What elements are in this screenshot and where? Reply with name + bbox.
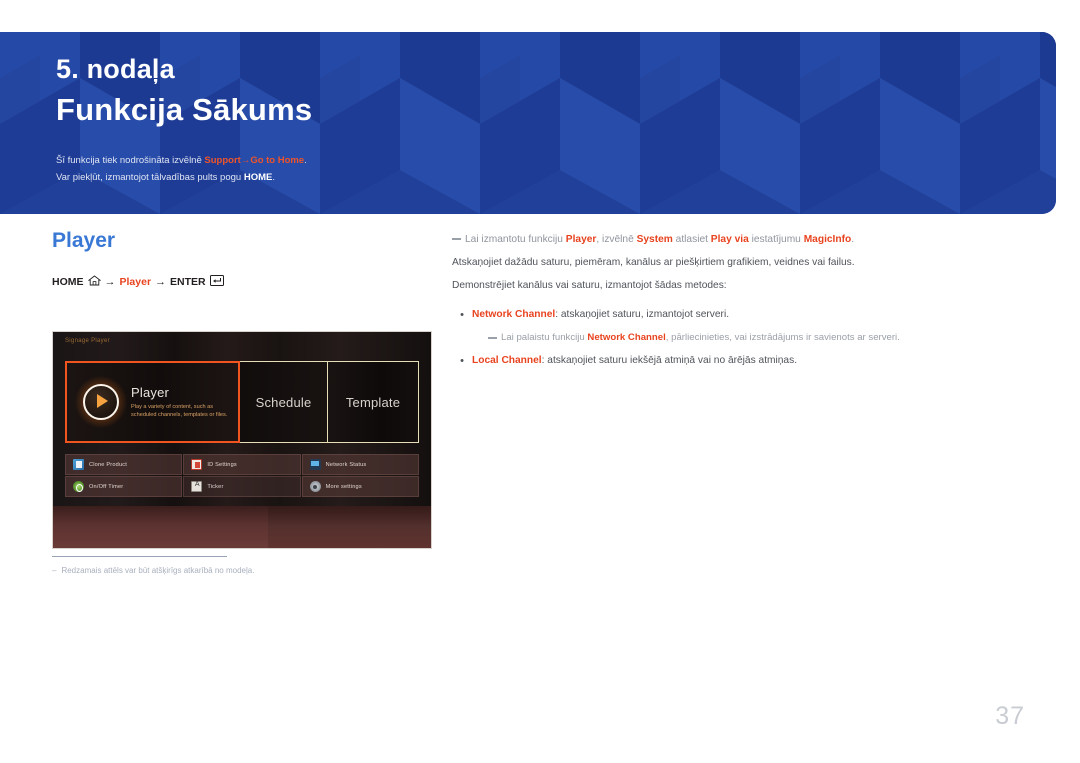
bullet-dot-icon: •	[460, 309, 464, 321]
signage-player-label: Signage Player	[65, 338, 110, 344]
menu-path: HOME → Player → ENTER	[52, 275, 442, 289]
document-page: 5. nodaļa Funkcija Sākums Šī funkcija ti…	[0, 0, 1080, 763]
intro-note: Lai izmantotu funkciju Player, izvēlnē S…	[452, 228, 1032, 251]
tile-template-label: Template	[345, 394, 401, 410]
method-bullet-list: • Network Channel: atskaņojiet saturu, i…	[452, 304, 1032, 372]
go-to-home-label: Go to Home	[250, 155, 305, 166]
paragraph-1: Atskaņojiet dažādu saturu, piemēram, kan…	[452, 257, 855, 268]
quick-item-network-status[interactable]: Network Status	[301, 454, 419, 475]
bullet-bold-network-channel: Network Channel	[472, 309, 556, 320]
chapter-title: Funkcija Sākums	[56, 92, 313, 127]
home-button-label: HOME	[243, 172, 273, 183]
paragraph-2: Demonstrējiet kanālus vai saturu, izmant…	[452, 280, 727, 291]
tile-schedule-label: Schedule	[255, 394, 312, 410]
quick-settings-grid: Clone Product ID Settings Network Status…	[65, 454, 419, 497]
footnote-text: Redzamais attēls var būt atšķirīgs atkar…	[61, 566, 255, 575]
banner-note2-post: .	[272, 172, 275, 183]
footnote-text-row: ‒ Redzamais attēls var būt atšķirīgs atk…	[52, 564, 332, 577]
tv-bottom-band	[53, 506, 431, 548]
note-part-3: atlasiet	[672, 234, 711, 245]
tile-player-text: Player Play a variety of content, such a…	[131, 385, 238, 419]
on-off-timer-icon	[73, 481, 84, 492]
menu-path-player: Player	[119, 276, 152, 288]
menu-arrow-icon: →	[240, 155, 251, 166]
menu-arrow-2: →	[155, 276, 167, 288]
home-tiles: Player Play a variety of content, such a…	[65, 361, 419, 443]
quick-item-label: Ticker	[207, 483, 224, 490]
footnote-divider	[52, 556, 227, 557]
intro-note-text: Lai izmantotu funkciju Player, izvēlnē S…	[465, 228, 854, 251]
menu-path-enter: ENTER	[170, 276, 206, 288]
note-dash-icon	[452, 238, 461, 240]
banner-note: Šī funkcija tiek nodrošināta izvēlnē Sup…	[56, 152, 1036, 186]
note-part-4: iestatījumu	[748, 234, 804, 245]
enter-key-icon	[209, 275, 224, 289]
bullet-network-channel-text: Network Channel: atskaņojiet saturu, izm…	[472, 304, 729, 326]
quick-item-more-settings[interactable]: More settings	[301, 476, 419, 497]
note-bold-magicinfo: MagicInfo	[803, 234, 852, 245]
tile-player-subtitle: Play a variety of content, such as sched…	[131, 404, 228, 418]
bullet-local-channel-text: Local Channel: atskaņojiet saturu iekšēj…	[472, 350, 797, 372]
chapter-banner: 5. nodaļa Funkcija Sākums Šī funkcija ti…	[0, 32, 1056, 214]
play-circle-icon	[75, 376, 127, 428]
id-settings-icon	[191, 459, 203, 470]
page-content: Player HOME → Player → ENTER Signage Pla…	[0, 214, 1080, 763]
banner-note-line-1: Šī funkcija tiek nodrošināta izvēlnē Sup…	[56, 152, 1036, 169]
signage-player-screenshot: Signage Player Player Play a variety of …	[52, 331, 432, 549]
quick-item-clone-product[interactable]: Clone Product	[65, 454, 183, 475]
menu-path-home: HOME	[52, 276, 84, 288]
footnote-dash: ‒	[52, 566, 57, 575]
quick-item-id-settings[interactable]: ID Settings	[183, 454, 301, 475]
more-settings-icon	[309, 481, 321, 492]
tile-schedule[interactable]: Schedule	[240, 361, 328, 443]
chapter-number: 5. nodaļa	[56, 54, 175, 84]
tile-template[interactable]: Template	[328, 361, 419, 443]
subnote-part-1: Lai palaistu funkciju	[501, 332, 588, 343]
bullet-dot-icon: •	[460, 355, 464, 367]
ticker-icon	[191, 481, 203, 492]
home-icon	[87, 275, 101, 289]
subnote-bold-network-channel: Network Channel	[587, 332, 666, 343]
tile-player-label: Player	[131, 385, 170, 400]
quick-item-label: More settings	[325, 483, 362, 490]
subnote-network-channel: Lai palaistu funkciju Network Channel, p…	[488, 327, 1032, 349]
banner-note2-pre: Var piekļūt, izmantojot tālvadības pults…	[56, 172, 244, 183]
banner-note-pre: Šī funkcija tiek nodrošināta izvēlnē	[56, 155, 205, 166]
left-column: Player HOME → Player → ENTER Signage Pla…	[52, 228, 442, 575]
subnote-part-2: , pārliecinieties, vai izstrādājums ir s…	[665, 332, 900, 343]
page-title: Player	[52, 229, 116, 252]
bullet-local-channel-rest: : atskaņojiet saturu iekšējā atmiņā vai …	[541, 355, 798, 366]
note-part-5: .	[851, 234, 855, 245]
bullet-network-channel-rest: : atskaņojiet saturu, izmantojot serveri…	[555, 309, 730, 320]
note-part-1: Lai izmantotu funkciju	[465, 234, 566, 245]
menu-arrow-1: →	[104, 276, 116, 288]
note-bold-play-via: Play via	[710, 234, 749, 245]
banner-note-line-2: Var piekļūt, izmantojot tālvadības pults…	[56, 169, 1036, 186]
figure-footnote: ‒ Redzamais attēls var būt atšķirīgs atk…	[52, 556, 332, 577]
quick-item-label: Clone Product	[89, 461, 128, 468]
banner-note-post: .	[304, 155, 307, 166]
subnote-dash-icon	[488, 337, 497, 339]
note-part-2: , izvēlnē	[596, 234, 637, 245]
quick-item-label: ID Settings	[207, 461, 237, 468]
network-status-icon	[309, 459, 321, 470]
note-bold-system: System	[636, 234, 673, 245]
subnote-network-channel-text: Lai palaistu funkciju Network Channel, p…	[501, 327, 900, 349]
note-bold-player: Player	[565, 234, 597, 245]
quick-item-label: On/Off Timer	[89, 483, 124, 490]
page-number: 37	[995, 702, 1025, 730]
quick-item-ticker[interactable]: Ticker	[183, 476, 301, 497]
bullet-network-channel: • Network Channel: atskaņojiet saturu, i…	[452, 304, 1032, 326]
quick-item-on-off-timer[interactable]: On/Off Timer	[65, 476, 183, 497]
quick-item-label: Network Status	[325, 461, 367, 468]
bullet-local-channel: • Local Channel: atskaņojiet saturu iekš…	[452, 350, 1032, 372]
tile-player[interactable]: Player Play a variety of content, such a…	[65, 361, 240, 443]
bullet-bold-local-channel: Local Channel	[472, 355, 542, 366]
banner-text-block: 5. nodaļa Funkcija Sākums Šī funkcija ti…	[56, 52, 1036, 214]
right-column: Lai izmantotu funkciju Player, izvēlnē S…	[452, 228, 1032, 373]
clone-product-icon	[73, 459, 84, 470]
support-menu-label: Support	[204, 155, 241, 166]
